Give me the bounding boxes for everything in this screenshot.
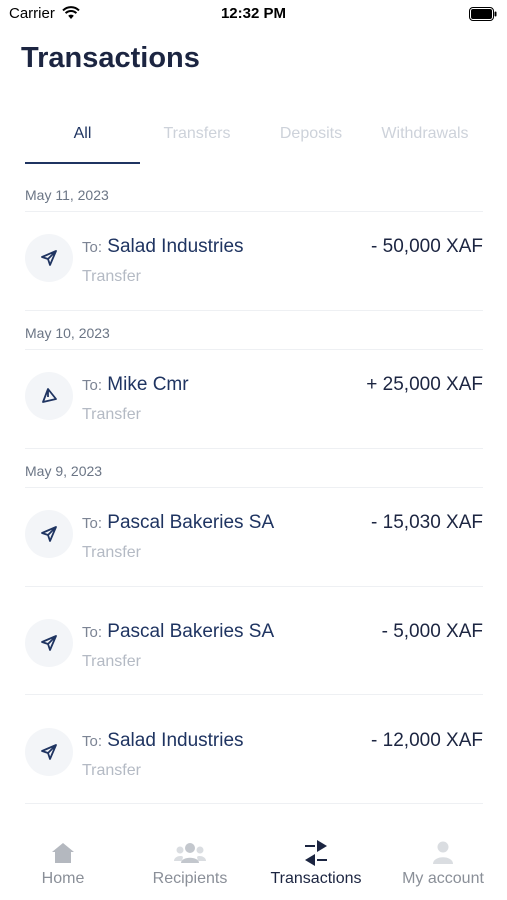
- divider: [25, 586, 483, 587]
- page-title: Transactions: [21, 42, 200, 74]
- transaction-row[interactable]: To: Salad Industries Transfer - 50,000 X…: [25, 212, 483, 302]
- date-header: May 10, 2023: [25, 325, 110, 341]
- transaction-type: Transfer: [82, 653, 141, 670]
- transaction-row[interactable]: To: Salad Industries Transfer - 12,000 X…: [25, 706, 483, 796]
- account-icon: [380, 840, 506, 866]
- date-header: May 9, 2023: [25, 463, 103, 479]
- transaction-amount: + 25,000 XAF: [366, 374, 483, 395]
- transaction-type: Transfer: [82, 406, 141, 423]
- battery-icon: [469, 7, 497, 26]
- transaction-row[interactable]: To: Pascal Bakeries SA Transfer - 15,030…: [25, 488, 483, 578]
- transaction-amount: - 12,000 XAF: [371, 730, 483, 751]
- recipient-name: Pascal Bakeries SA: [107, 512, 275, 533]
- send-icon: [25, 619, 73, 667]
- transaction-row[interactable]: To: Pascal Bakeries SA Transfer - 5,000 …: [25, 597, 483, 687]
- divider: [25, 448, 483, 449]
- transaction-recipient: To: Pascal Bakeries SA: [82, 621, 274, 643]
- transaction-recipient: To: Salad Industries: [82, 236, 244, 258]
- tab-active-indicator: [25, 162, 140, 164]
- tab-all[interactable]: All: [25, 110, 140, 166]
- transaction-row[interactable]: To: Mike Cmr Transfer + 25,000 XAF: [25, 350, 483, 440]
- recipient-name: Mike Cmr: [107, 374, 189, 395]
- transaction-recipient: To: Mike Cmr: [82, 374, 189, 396]
- divider: [25, 310, 483, 311]
- transactions-icon: [253, 840, 379, 866]
- transaction-type: Transfer: [82, 268, 141, 285]
- transaction-amount: - 50,000 XAF: [371, 236, 483, 257]
- to-prefix: To:: [82, 733, 103, 750]
- transaction-type: Transfer: [82, 544, 141, 561]
- tab-label: Transactions: [270, 870, 362, 887]
- to-prefix: To:: [82, 515, 103, 532]
- transaction-recipient: To: Salad Industries: [82, 730, 244, 752]
- receive-icon: [25, 372, 73, 420]
- send-icon: [25, 728, 73, 776]
- recipient-name: Pascal Bakeries SA: [107, 621, 275, 642]
- status-bar: Carrier 12:32 PM: [0, 0, 507, 30]
- recipient-name: Salad Industries: [107, 236, 244, 257]
- tab-transfers[interactable]: Transfers: [140, 110, 254, 166]
- transaction-amount: - 15,030 XAF: [371, 512, 483, 533]
- tab-recipients[interactable]: Recipients: [127, 840, 253, 888]
- divider: [25, 803, 483, 804]
- clock: 12:32 PM: [220, 5, 287, 22]
- to-prefix: To:: [82, 624, 103, 641]
- tab-my-account[interactable]: My account: [380, 840, 506, 888]
- home-icon: [0, 840, 126, 866]
- filter-tabs: All Transfers Deposits Withdrawals: [25, 110, 482, 166]
- date-header: May 11, 2023: [25, 187, 109, 203]
- divider: [25, 694, 483, 695]
- tab-label: My account: [402, 870, 484, 887]
- tab-withdrawals[interactable]: Withdrawals: [368, 110, 482, 166]
- recipient-name: Salad Industries: [107, 730, 244, 751]
- to-prefix: To:: [82, 377, 103, 394]
- recipients-icon: [127, 840, 253, 866]
- tab-label: Home: [41, 870, 85, 887]
- tab-deposits[interactable]: Deposits: [254, 110, 368, 166]
- tab-home[interactable]: Home: [0, 840, 126, 888]
- send-icon: [25, 510, 73, 558]
- transaction-amount: - 5,000 XAF: [381, 621, 483, 642]
- to-prefix: To:: [82, 239, 103, 256]
- send-icon: [25, 234, 73, 282]
- tab-label: Recipients: [152, 870, 228, 887]
- transaction-recipient: To: Pascal Bakeries SA: [82, 512, 274, 534]
- transaction-type: Transfer: [82, 762, 141, 779]
- tab-transactions[interactable]: Transactions: [253, 840, 379, 888]
- bottom-tab-bar: Home Recipients Transactions My account: [0, 828, 507, 900]
